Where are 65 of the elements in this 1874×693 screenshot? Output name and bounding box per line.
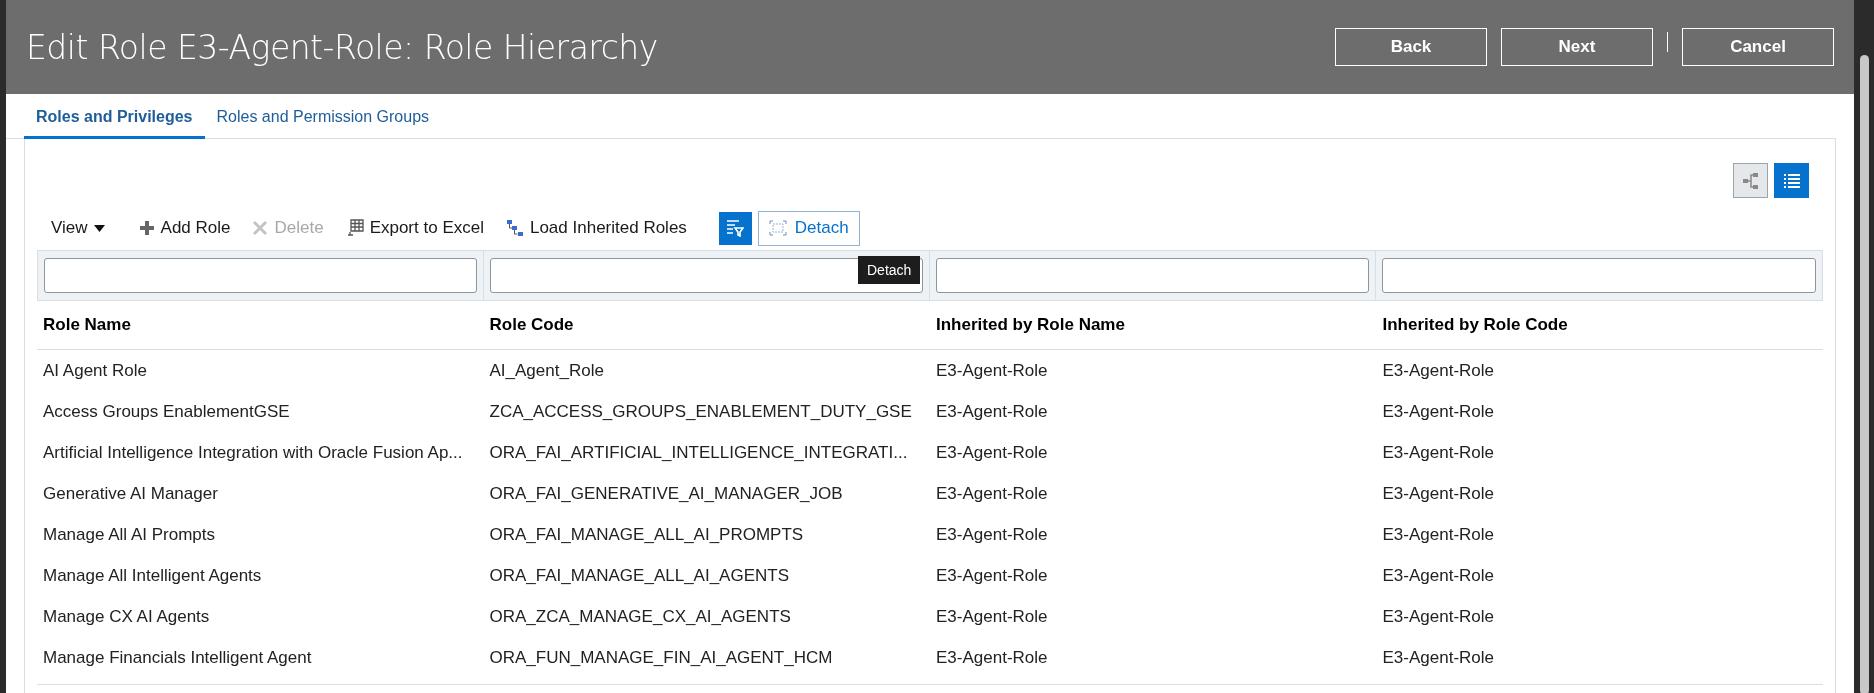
table-cell-text: E3-Agent-Role	[935, 360, 1049, 382]
table-cell-text: Manage All Intelligent Agents	[42, 565, 263, 587]
table-cell-text: AI Agent Role	[42, 360, 148, 382]
table-cell-text: ZCA_ACCESS_GROUPS_ENABLEMENT_DUTY_GSE	[488, 401, 913, 423]
list-view-button[interactable]	[1774, 163, 1809, 198]
table-cell-text: ORA_FAI_MANAGE_ALL_AI_AGENTS	[488, 565, 790, 587]
table-cell-text: Generative AI Manager	[42, 483, 219, 505]
table-cell-text: E3-Agent-Role	[1381, 442, 1495, 464]
header-button[interactable]: Back	[1335, 28, 1487, 66]
column-header[interactable]: Inherited by Role Name	[930, 301, 1377, 350]
column-header[interactable]: Role Name	[37, 301, 484, 350]
caret-icon	[93, 224, 105, 232]
tab[interactable]: Roles and Privileges	[24, 108, 205, 139]
table-cell-text: E3-Agent-Role	[935, 483, 1049, 505]
hierarchy-view-button[interactable]	[1733, 163, 1768, 198]
table-cell-text: Artificial Intelligence Integration with Oracle Fusion Ap...	[42, 442, 464, 464]
table-cell-text: E3-Agent-Role	[1381, 524, 1495, 546]
header-button[interactable]: Next	[1501, 28, 1653, 66]
spreadsheet-icon	[345, 219, 364, 237]
table-cell-text: ORA_FAI_ARTIFICIAL_INTELLIGENCE_INTEGRATI...	[488, 442, 909, 464]
table-cell-text: E3-Agent-Role	[1381, 606, 1495, 628]
header-button[interactable]: Cancel	[1682, 28, 1834, 66]
hierarchy-icon	[505, 219, 524, 237]
page-title: Edit Role E3-Agent-Role: Role Hierarchy	[26, 27, 659, 67]
table-cell-text: E3-Agent-Role	[1381, 565, 1495, 587]
cross-icon	[252, 220, 269, 236]
table-cell-text: E3-Agent-Role	[935, 565, 1049, 587]
list-icon	[1783, 173, 1800, 188]
column-header[interactable]: Inherited by Role Code	[1376, 301, 1823, 350]
table-cell-text: E3-Agent-Role	[935, 524, 1049, 546]
filter-field[interactable]	[490, 258, 923, 293]
tab[interactable]: Roles and Permission Groups	[204, 108, 442, 139]
detach-button[interactable]: Detach	[757, 210, 860, 246]
column-header[interactable]: Role Code	[483, 301, 930, 350]
table-cell-text: E3-Agent-Role	[935, 442, 1049, 464]
table-cell-text: E3-Agent-Role	[935, 401, 1049, 423]
table-cell-text: ORA_FAI_GENERATIVE_AI_MANAGER_JOB	[488, 483, 844, 505]
hierarchy-icon	[1741, 171, 1760, 190]
table-cell-text: E3-Agent-Role	[1381, 360, 1495, 382]
toolbar-button[interactable]: Load Inherited Roles	[505, 218, 687, 238]
toolbar-button[interactable]: Add Role	[138, 218, 231, 238]
table-cell-text: E3-Agent-Role	[1381, 401, 1495, 423]
scrollbar-thumb[interactable]	[1859, 55, 1869, 693]
filter-field[interactable]	[936, 258, 1369, 293]
table-cell-text: E3-Agent-Role	[1381, 483, 1495, 505]
filter-field[interactable]	[1382, 258, 1816, 293]
plus-icon	[138, 220, 155, 236]
view-menu[interactable]: View	[51, 218, 105, 238]
filter-icon	[726, 219, 745, 237]
table-cell-text: Manage CX AI Agents	[42, 606, 211, 628]
table-cell-text: ORA_FAI_MANAGE_ALL_AI_PROMPTS	[488, 524, 805, 546]
table-cell-text: E3-Agent-Role	[1381, 647, 1495, 669]
detach-icon	[768, 220, 787, 236]
table-cell-text: E3-Agent-Role	[935, 606, 1049, 628]
table-cell-text: E3-Agent-Role	[935, 647, 1049, 669]
table-cell-text: ORA_ZCA_MANAGE_CX_AI_AGENTS	[488, 606, 792, 628]
filter-field[interactable]	[44, 258, 477, 293]
tooltip: Detach	[858, 256, 921, 284]
filter-toggle-button[interactable]	[718, 211, 752, 245]
table-cell-text: ORA_FUN_MANAGE_FIN_AI_AGENT_HCM	[488, 647, 834, 669]
table-cell-text: Access Groups EnablementGSE	[42, 401, 291, 423]
table-cell-text: Manage All AI Prompts	[42, 524, 216, 546]
table-cell-text: AI_Agent_Role	[488, 360, 605, 382]
toolbar-button[interactable]: Export to Excel	[345, 218, 484, 238]
table-cell-text: Manage Financials Intelligent Agent	[42, 647, 313, 669]
